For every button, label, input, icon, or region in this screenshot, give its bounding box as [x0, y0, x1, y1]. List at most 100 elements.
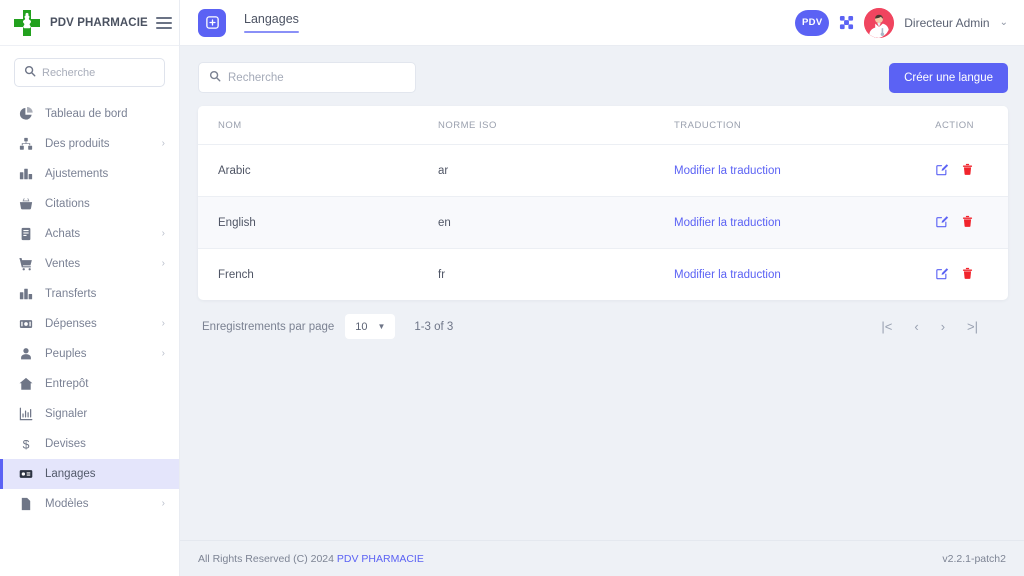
app-root: PDV PHARMACIE Recherche Tableau de bord [0, 0, 1024, 576]
records-per-page-value: 10 [355, 320, 368, 333]
records-per-page-select[interactable]: 10 ▼ [345, 314, 396, 339]
edit-pencil-icon[interactable] [935, 266, 949, 280]
table-row[interactable]: French fr Modifier la traduction [198, 249, 1008, 301]
cell-nom: French [218, 268, 254, 281]
avatar[interactable] [864, 7, 895, 38]
sidebar-item-devises[interactable]: $ Devises [0, 429, 179, 459]
tab-underline [244, 31, 299, 33]
svg-text:$: $ [22, 437, 29, 451]
edit-translation-link[interactable]: Modifier la traduction [674, 165, 781, 177]
expenses-icon [18, 317, 33, 332]
sidebar-search-input[interactable]: Recherche [14, 58, 165, 87]
footer-copyright: All Rights Reserved (C) 2024 PDV PHARMAC… [198, 553, 424, 565]
sidebar-item-citations[interactable]: Citations [0, 189, 179, 219]
cell-iso: ar [438, 144, 674, 197]
main-area: Langages PDV Directeur Admin ⌄ Recherche… [180, 0, 1024, 576]
plus-square-icon[interactable] [198, 8, 226, 37]
chevron-down-icon[interactable]: ⌄ [1000, 17, 1008, 28]
footer-version: v2.2.1-patch2 [942, 552, 1006, 565]
sidebar-item-ajustements[interactable]: Ajustements [0, 159, 179, 189]
currency-dollar-icon: $ [18, 437, 33, 452]
table-header-row: NOM NORME ISO TRADUCTION ACTION [198, 106, 1008, 145]
people-icon [18, 347, 33, 362]
topbar-right: PDV Directeur Admin ⌄ [795, 7, 1008, 38]
sidebar-item-label: Signaler [45, 408, 88, 420]
sidebar-item-label: Dépenses [45, 318, 97, 330]
footer: All Rights Reserved (C) 2024 PDV PHARMAC… [180, 540, 1024, 576]
table-row[interactable]: English en Modifier la traduction [198, 196, 1008, 249]
fullscreen-icon[interactable] [839, 15, 854, 30]
trash-icon[interactable] [961, 163, 974, 176]
user-name[interactable]: Directeur Admin [904, 16, 989, 30]
sidebar-item-transferts[interactable]: Transferts [0, 279, 179, 309]
table-row[interactable]: Arabic ar Modifier la traduction [198, 144, 1008, 197]
trash-icon[interactable] [961, 267, 974, 280]
sidebar: PDV PHARMACIE Recherche Tableau de bord [0, 0, 180, 576]
edit-translation-link[interactable]: Modifier la traduction [674, 269, 781, 281]
sidebar-item-label: Modèles [45, 498, 89, 510]
sidebar-item-ventes[interactable]: Ventes › [0, 249, 179, 279]
search-icon [209, 69, 221, 87]
footer-copyright-text: All Rights Reserved (C) 2024 [198, 552, 334, 565]
chevron-right-icon: › [161, 318, 165, 329]
sidebar-item-label: Langages [45, 468, 96, 480]
sidebar-item-modeles[interactable]: Modèles › [0, 489, 179, 519]
chevron-right-icon: › [161, 498, 165, 509]
tab-label: Langages [244, 12, 299, 26]
warehouse-home-icon [18, 377, 33, 392]
footer-brand-link[interactable]: PDV PHARMACIE [337, 553, 424, 565]
adjustments-icon [18, 167, 33, 182]
sidebar-item-depenses[interactable]: Dépenses › [0, 309, 179, 339]
cell-iso: en [438, 196, 674, 249]
create-language-button[interactable]: Créer une langue [889, 62, 1008, 93]
edit-pencil-icon[interactable] [935, 214, 949, 228]
sidebar-item-tableau-de-bord[interactable]: Tableau de bord [0, 99, 179, 129]
first-page-button[interactable]: |< [881, 319, 892, 334]
sidebar-search-wrap: Recherche [0, 46, 179, 93]
sidebar-item-langages[interactable]: Langages [0, 459, 179, 489]
search-icon [24, 64, 36, 82]
dashboard-icon [18, 107, 33, 122]
sidebar-item-des-produits[interactable]: Des produits › [0, 129, 179, 159]
hamburger-menu-icon[interactable] [155, 16, 172, 29]
quotes-basket-icon [18, 197, 33, 212]
brand-name: PDV PHARMACIE [50, 16, 148, 29]
column-header-norme-iso: NORME ISO [438, 106, 674, 145]
pagination: Enregistrements par page 10 ▼ 1-3 of 3 |… [198, 300, 1008, 339]
last-page-button[interactable]: >| [967, 319, 978, 334]
transfers-icon [18, 287, 33, 302]
languages-table: NOM NORME ISO TRADUCTION ACTION Arabic a… [198, 106, 1008, 300]
sidebar-item-label: Peuples [45, 348, 87, 360]
cell-nom: Arabic [198, 144, 438, 197]
sidebar-item-label: Devises [45, 438, 86, 450]
sidebar-search-placeholder: Recherche [42, 66, 96, 79]
trash-icon[interactable] [961, 215, 974, 228]
languages-card-icon [18, 467, 33, 482]
chevron-down-icon: ▼ [377, 322, 386, 331]
search-input[interactable]: Recherche [198, 62, 416, 93]
table-head: NOM NORME ISO TRADUCTION ACTION [198, 106, 1008, 145]
sales-cart-icon [18, 257, 33, 272]
page-content: Recherche Créer une langue NOM NORME ISO… [180, 46, 1024, 540]
edit-translation-link[interactable]: Modifier la traduction [674, 217, 781, 229]
toolbar: Recherche Créer une langue [198, 62, 1008, 93]
prev-page-button[interactable]: ‹ [914, 319, 918, 334]
tab-langages[interactable]: Langages [244, 12, 299, 33]
report-chart-icon [18, 407, 33, 422]
pdv-badge[interactable]: PDV [795, 9, 830, 36]
sidebar-item-signaler[interactable]: Signaler [0, 399, 179, 429]
next-page-button[interactable]: › [941, 319, 945, 334]
sidebar-item-label: Entrepôt [45, 378, 89, 390]
column-header-traduction: TRADUCTION [674, 106, 904, 145]
edit-pencil-icon[interactable] [935, 162, 949, 176]
cell-actions [904, 144, 1008, 197]
sidebar-item-peuples[interactable]: Peuples › [0, 339, 179, 369]
sidebar-item-label: Des produits [45, 138, 110, 150]
sidebar-item-achats[interactable]: Achats › [0, 219, 179, 249]
brand-header: PDV PHARMACIE [0, 0, 179, 46]
sidebar-item-label: Achats [45, 228, 81, 240]
pharmacy-cross-icon [12, 8, 42, 38]
templates-file-icon [18, 497, 33, 512]
chevron-right-icon: › [161, 348, 165, 359]
sidebar-item-entrepot[interactable]: Entrepôt [0, 369, 179, 399]
